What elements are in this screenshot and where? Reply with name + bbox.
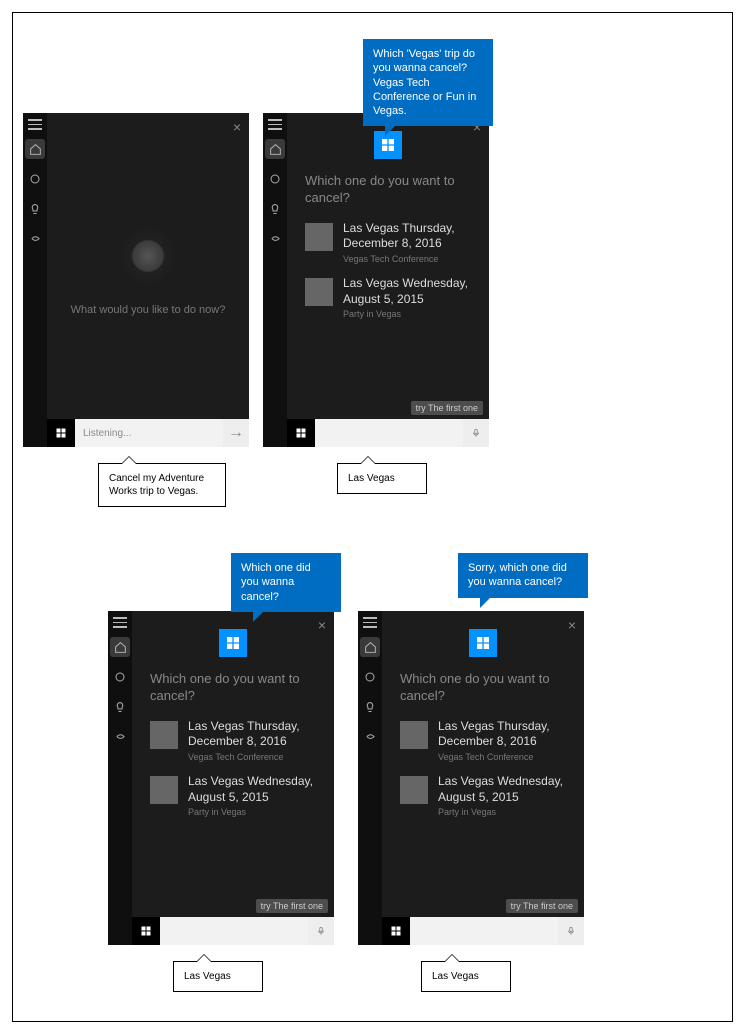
disambig-item-1[interactable]: Las Vegas Thursday, December 8, 2016 Veg… [299,217,477,272]
mic-icon[interactable] [308,917,334,945]
item-sub: Vegas Tech Conference [438,752,572,762]
item-title: Las Vegas Wednesday, August 5, 2015 [188,774,322,805]
sidebar [263,113,287,447]
item-sub: Party in Vegas [438,807,572,817]
sidebar [358,611,382,945]
search-input[interactable] [315,419,463,447]
user-speech-callout-2: Las Vegas [337,463,427,494]
start-button[interactable] [132,917,160,945]
cortana-panel-1: × What would you like to do now? → [23,113,249,447]
close-icon[interactable]: × [568,617,576,633]
disambig-item-2[interactable]: Las Vegas Wednesday, August 5, 2015 Part… [394,770,572,825]
search-input[interactable] [410,917,558,945]
notebook-icon[interactable] [25,169,45,189]
item-thumb [400,776,428,804]
system-speech-callout-2: Which 'Vegas' trip do you wanna cancel? … [363,39,493,126]
item-thumb [305,223,333,251]
notebook-icon[interactable] [110,667,130,687]
question-text: Which one do you want to cancel? [400,671,572,705]
item-title: Las Vegas Wednesday, August 5, 2015 [438,774,572,805]
feedback-icon[interactable] [360,727,380,747]
home-icon[interactable] [360,637,380,657]
search-input[interactable] [75,419,223,447]
user-speech-callout-4: Las Vegas [421,961,511,992]
notebook-icon[interactable] [265,169,285,189]
lightbulb-icon[interactable] [360,697,380,717]
lightbulb-icon[interactable] [265,199,285,219]
start-button[interactable] [287,419,315,447]
home-icon[interactable] [265,139,285,159]
sidebar [23,113,47,447]
notebook-icon[interactable] [360,667,380,687]
search-input[interactable] [160,917,308,945]
mic-icon[interactable] [463,419,489,447]
lightbulb-icon[interactable] [25,199,45,219]
user-speech-callout-1: Cancel my Adventure Works trip to Vegas. [98,463,226,507]
item-thumb [400,721,428,749]
hint-chip[interactable]: try The first one [411,401,483,415]
disambig-item-1[interactable]: Las Vegas Thursday, December 8, 2016 Veg… [394,715,572,770]
question-text: Which one do you want to cancel? [305,173,477,207]
prompt-text: What would you like to do now? [71,304,226,316]
start-button[interactable] [382,917,410,945]
hamburger-icon[interactable] [28,119,42,129]
system-speech-callout-4: Sorry, which one did you wanna cancel? [458,553,588,598]
item-thumb [305,278,333,306]
system-speech-callout-3: Which one did you wanna cancel? [231,553,341,612]
cortana-panel-4: × Which one do you want to cancel? Las V… [358,611,584,945]
lightbulb-icon[interactable] [110,697,130,717]
item-sub: Vegas Tech Conference [188,752,322,762]
cortana-panel-3: × Which one do you want to cancel? Las V… [108,611,334,945]
hamburger-icon[interactable] [363,617,377,627]
disambig-item-1[interactable]: Las Vegas Thursday, December 8, 2016 Veg… [144,715,322,770]
cortana-avatar [120,228,176,284]
disambig-item-2[interactable]: Las Vegas Wednesday, August 5, 2015 Part… [144,770,322,825]
hint-chip[interactable]: try The first one [506,899,578,913]
hint-chip[interactable]: try The first one [256,899,328,913]
start-button[interactable] [47,419,75,447]
close-icon[interactable]: × [318,617,326,633]
cortana-panel-2: × Which one do you want to cancel? Las V… [263,113,489,447]
item-title: Las Vegas Thursday, December 8, 2016 [188,719,322,750]
item-sub: Vegas Tech Conference [343,254,477,264]
feedback-icon[interactable] [265,229,285,249]
home-icon[interactable] [25,139,45,159]
question-text: Which one do you want to cancel? [150,671,322,705]
hamburger-icon[interactable] [113,617,127,627]
close-icon[interactable]: × [233,119,241,135]
feedback-icon[interactable] [110,727,130,747]
mic-icon[interactable] [558,917,584,945]
item-thumb [150,776,178,804]
item-title: Las Vegas Thursday, December 8, 2016 [438,719,572,750]
app-tile-icon [469,629,497,657]
item-title: Las Vegas Thursday, December 8, 2016 [343,221,477,252]
item-title: Las Vegas Wednesday, August 5, 2015 [343,276,477,307]
sidebar [108,611,132,945]
home-icon[interactable] [110,637,130,657]
disambig-item-2[interactable]: Las Vegas Wednesday, August 5, 2015 Part… [299,272,477,327]
user-speech-callout-3: Las Vegas [173,961,263,992]
arrow-icon[interactable]: → [223,419,249,447]
feedback-icon[interactable] [25,229,45,249]
item-sub: Party in Vegas [343,309,477,319]
item-sub: Party in Vegas [188,807,322,817]
app-tile-icon [219,629,247,657]
hamburger-icon[interactable] [268,119,282,129]
item-thumb [150,721,178,749]
